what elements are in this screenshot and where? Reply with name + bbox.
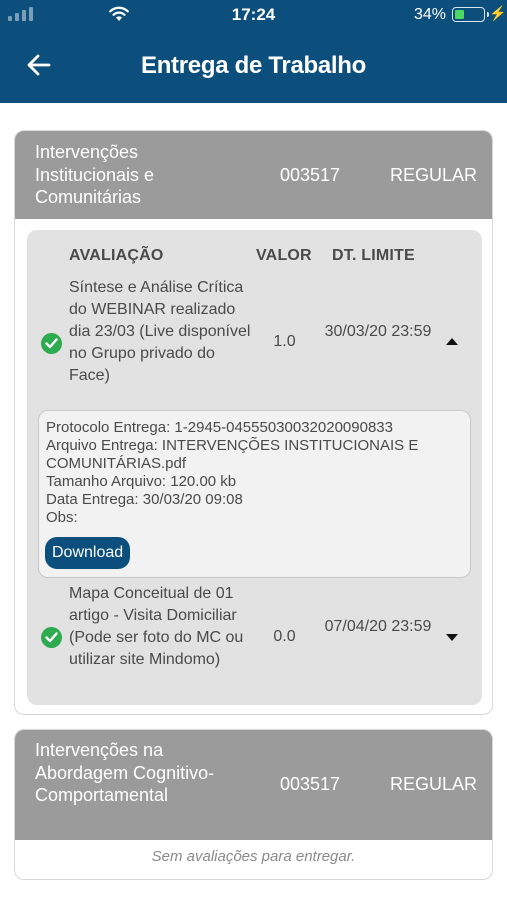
chevron-up-icon[interactable]: [446, 338, 458, 345]
assessment-description: Mapa Conceitual de 01 artigo - Visita Do…: [69, 585, 244, 668]
battery-icon: [452, 7, 489, 22]
check-circle-icon: [41, 627, 62, 648]
assessment-description: Síntese e Análise Crítica do WEBINAR rea…: [69, 279, 251, 384]
course-name: Intervenções na Abordagem Cognitivo-Comp…: [35, 740, 215, 805]
course-status: REGULAR: [390, 165, 478, 185]
course-card: Intervenções na Abordagem Cognitivo-Comp…: [14, 729, 493, 880]
app-header: 17:24 34% ⚡ Entrega de Trabalho: [0, 0, 507, 103]
assessment-deadline: 07/04/20 23:59: [324, 618, 432, 635]
column-header-deadline: DT. LIMITE: [332, 247, 415, 264]
submission-detail: Protocolo Entrega: 1-2945-045550300320200…: [38, 410, 471, 578]
date-line: Data Entrega: 30/03/20 09:08: [46, 491, 466, 509]
assessment-value: 1.0: [273, 333, 296, 350]
obs-label: Obs:: [46, 509, 78, 526]
assessment-deadline: 30/03/20 23:59: [324, 323, 432, 340]
column-header-value: VALOR: [256, 247, 312, 264]
obs-line: Obs:: [46, 509, 466, 527]
protocol-line: Protocolo Entrega: 1-2945-045550300320200…: [46, 419, 466, 437]
assessment-table: AVALIAÇÃO VALOR DT. LIMITE Síntese e Aná…: [27, 230, 482, 705]
file-label: Arquivo Entrega:: [46, 437, 158, 454]
battery-percent: 34%: [414, 6, 447, 23]
check-circle-icon: [41, 333, 62, 354]
download-button[interactable]: Download: [45, 537, 131, 569]
column-header-evaluation: AVALIAÇÃO: [69, 247, 164, 264]
file-line: Arquivo Entrega: INTERVENÇÕES INSTITUCION…: [46, 437, 466, 473]
course-card: Intervenções Institucionais e Comunitári…: [14, 130, 493, 715]
course-name: Intervenções Institucionais e Comunitári…: [35, 142, 155, 207]
page-title: Entrega de Trabalho: [140, 52, 367, 79]
charging-icon: ⚡: [489, 5, 507, 21]
course-header[interactable]: Intervenções na Abordagem Cognitivo-Comp…: [15, 730, 492, 840]
protocol-value: 1-2945-04555030032020090833: [174, 419, 393, 436]
course-status: REGULAR: [390, 774, 478, 794]
protocol-label: Protocolo Entrega:: [46, 419, 171, 436]
course-header[interactable]: Intervenções Institucionais e Comunitári…: [15, 131, 492, 219]
course-code: 003517: [280, 774, 341, 794]
size-label: Tamanho Arquivo:: [46, 473, 167, 490]
course-code: 003517: [280, 165, 341, 185]
date-value: 30/03/20 09:08: [142, 491, 243, 508]
size-line: Tamanho Arquivo: 120.00 kb: [46, 473, 466, 491]
status-bar: 17:24 34% ⚡: [0, 0, 507, 32]
size-value: 120.00 kb: [170, 473, 237, 490]
empty-message: Sem avaliações para entregar.: [151, 848, 356, 865]
date-label: Data Entrega:: [46, 491, 139, 508]
chevron-down-icon[interactable]: [446, 634, 458, 641]
assessment-value: 0.0: [273, 628, 296, 645]
